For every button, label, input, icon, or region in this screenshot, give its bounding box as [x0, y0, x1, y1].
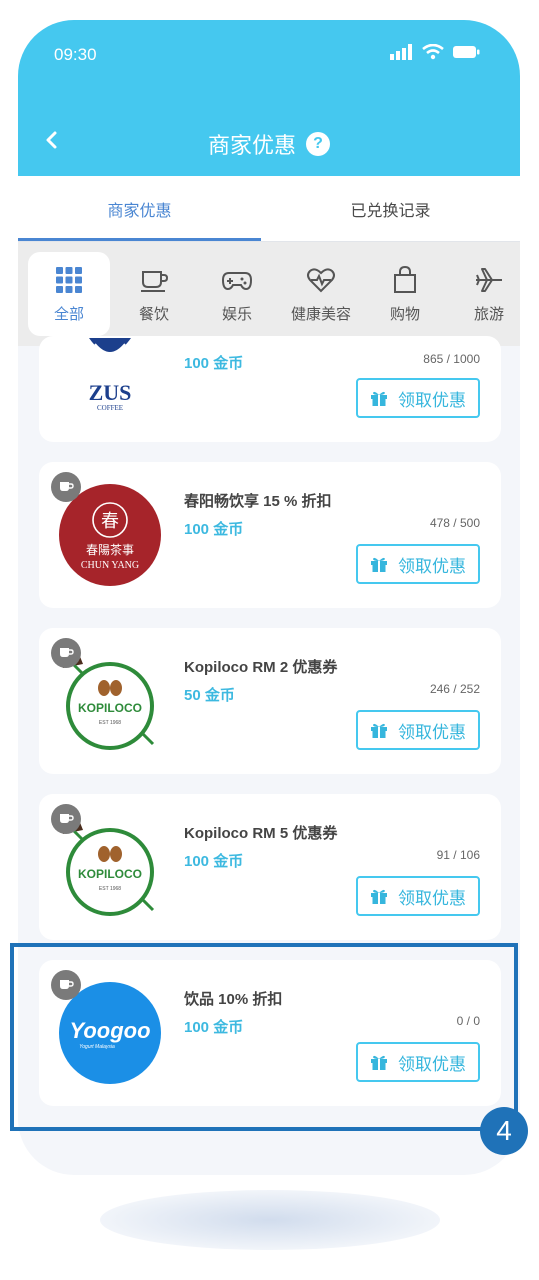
category-label: 购物 [389, 305, 420, 323]
merchant-logo: ZUS COFFEE [59, 338, 161, 418]
offer-card: KOPILOCO EST 1968 Kopiloco RM 2 优惠券 50 金… [39, 628, 501, 774]
airplane-icon [476, 267, 502, 292]
stock-count: 91 / 106 [436, 848, 480, 862]
gift-icon [371, 391, 387, 406]
claim-offer-button[interactable]: 领取优惠 [356, 544, 480, 584]
claim-label: 领取优惠 [398, 888, 466, 908]
page-title: 商家优惠 [207, 133, 296, 158]
coin-cost: 50 金币 [184, 687, 235, 704]
coin-cost: 100 金币 [184, 521, 244, 538]
category-label: 旅游 [473, 305, 504, 323]
category-bar: 全部 餐饮 娱乐 健康美容 购物 旅游 [18, 242, 520, 346]
tab-redeemed-history[interactable]: 已兑换记录 [261, 176, 520, 242]
logo-text: ZUS [89, 380, 132, 405]
offer-card: 春 春陽茶事 CHUN YANG 春阳畅饮享 15 % 折扣 100 金币 47… [39, 462, 501, 608]
claim-label: 领取优惠 [398, 556, 466, 576]
claim-label: 领取优惠 [398, 390, 466, 410]
category-label: 全部 [53, 305, 84, 323]
grid-icon [56, 266, 82, 293]
status-time: 09:30 [54, 45, 97, 64]
food-category-badge [51, 804, 81, 834]
food-category-badge [51, 638, 81, 668]
gift-icon [371, 557, 387, 572]
offer-card: KOPILOCO EST 1968 Kopiloco RM 5 优惠券 100 … [39, 794, 501, 940]
offer-name: Kopiloco RM 5 优惠券 [184, 825, 338, 842]
offer-name: Kopiloco RM 2 优惠券 [184, 659, 338, 676]
status-icons [390, 44, 480, 60]
cup-icon [141, 270, 169, 292]
category-all[interactable]: 全部 [28, 252, 110, 336]
cup-icon [60, 814, 74, 823]
claim-label: 领取优惠 [398, 722, 466, 742]
logo-text: COFFEE [97, 404, 123, 412]
cup-icon [60, 482, 74, 491]
tab-bar: 商家优惠 已兑换记录 [18, 176, 520, 242]
stock-count: 246 / 252 [429, 682, 480, 696]
logo-text: CHUN YANG [81, 560, 139, 571]
app-header: 09:30 商家优惠 ? [18, 20, 520, 176]
cup-icon [60, 648, 74, 657]
category-label: 餐饮 [138, 305, 169, 323]
tutorial-step-badge: 4 [480, 1107, 528, 1155]
logo-text: EST 1968 [99, 720, 121, 726]
page-header: 商家优惠 ? [18, 128, 520, 160]
tutorial-highlight-box [10, 943, 518, 1131]
wifi-icon [422, 44, 444, 60]
zus-logo-icon: ZUS COFFEE [89, 338, 132, 412]
shopping-bag-icon [394, 265, 416, 293]
logo-text: KOPILOCO [78, 867, 142, 881]
category-label: 娱乐 [221, 305, 252, 323]
claim-offer-button[interactable]: 领取优惠 [356, 876, 480, 916]
claim-offer-button[interactable]: 领取优惠 [356, 710, 480, 750]
gift-icon [371, 723, 387, 738]
tab-merchant-offers[interactable]: 商家优惠 [18, 176, 261, 242]
offer-name: 春阳畅饮享 15 % 折扣 [184, 493, 332, 510]
stock-count: 478 / 500 [429, 516, 480, 530]
signal-icon [390, 44, 412, 60]
gift-icon [371, 889, 387, 904]
phone-shadow [100, 1190, 440, 1250]
category-entertainment[interactable]: 娱乐 [196, 252, 278, 336]
battery-icon [453, 46, 480, 58]
category-health-beauty[interactable]: 健康美容 [280, 252, 362, 336]
category-travel[interactable]: 旅游 [448, 252, 520, 336]
coin-cost: 100 金币 [184, 355, 244, 372]
food-category-badge [51, 472, 81, 502]
gamepad-icon [221, 271, 253, 290]
logo-text: 春陽茶事 [86, 542, 134, 557]
category-food[interactable]: 餐饮 [113, 252, 195, 336]
logo-text: KOPILOCO [78, 701, 142, 715]
logo-mark: 春 [101, 511, 119, 532]
claim-offer-button[interactable]: 领取优惠 [356, 378, 480, 418]
logo-text: EST 1968 [99, 886, 121, 892]
offer-card: ZUS COFFEE 100 金币 865 / 1000 领取优惠 [39, 336, 501, 442]
coin-cost: 100 金币 [184, 853, 244, 870]
category-shopping[interactable]: 购物 [364, 252, 446, 336]
category-label: 健康美容 [290, 305, 351, 323]
help-icon[interactable]: ? [306, 132, 330, 156]
heart-pulse-icon [307, 267, 335, 292]
stock-count: 865 / 1000 [423, 352, 480, 366]
